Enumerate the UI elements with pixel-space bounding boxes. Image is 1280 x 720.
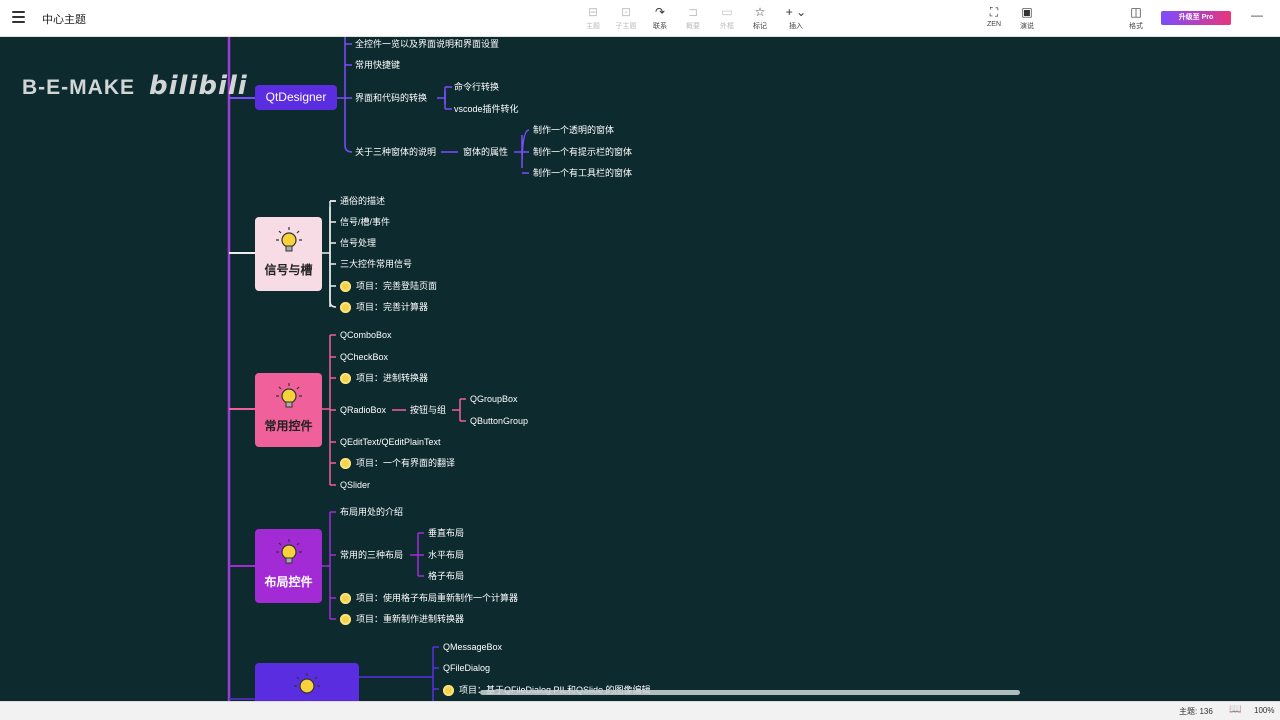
list-item[interactable]: 通俗的描述 bbox=[340, 195, 385, 207]
topic-icon: ⊟ bbox=[587, 5, 599, 19]
toolbar-relation-button[interactable]: ↷ 联系 bbox=[643, 5, 677, 31]
topic-signals-slots[interactable]: 信号与槽 bbox=[255, 217, 322, 291]
list-item[interactable]: 垂直布局 bbox=[428, 527, 464, 539]
list-item[interactable]: 命令行转换 bbox=[454, 81, 499, 93]
minimize-icon[interactable]: — bbox=[1251, 8, 1263, 22]
subtopic-icon: ⊡ bbox=[620, 5, 632, 19]
toolbar-insert-button[interactable]: + ⌄ 插入 bbox=[779, 5, 813, 31]
zen-icon: ⛶ bbox=[989, 5, 999, 19]
summary-icon: ⊐ bbox=[687, 5, 699, 19]
lightbulb-icon bbox=[294, 673, 320, 694]
plus-icon: + ⌄ bbox=[785, 5, 807, 19]
top-toolbar: 中心主题 ⊟ 主题 ⊡ 子主题 ↷ 联系 ⊐ 概要 ▭ 外框 ☆ 标记 + ⌄ 插入 ⛶ ZEN… bbox=[0, 0, 1280, 37]
present-button[interactable]: ▣ 演说 bbox=[1010, 5, 1044, 31]
bilibili-watermark: B-E-MAKE bilibili bbox=[22, 71, 248, 101]
mindmap-canvas[interactable]: B-E-MAKE bilibili QtDesigner 全控件一览以及界面说明和… bbox=[0, 37, 1280, 701]
list-item[interactable]: 项目：进制转换器 bbox=[340, 372, 428, 384]
outline-book-icon[interactable]: 📖 bbox=[1229, 704, 1241, 715]
upgrade-pro-button[interactable]: 升级至 Pro bbox=[1161, 11, 1231, 25]
topic-layout-controls[interactable]: 布局控件 bbox=[255, 529, 322, 603]
topic-dialogs[interactable] bbox=[255, 663, 359, 701]
connector-lines bbox=[227, 37, 530, 701]
document-title[interactable]: 中心主题 bbox=[42, 11, 86, 27]
list-item[interactable]: 三大控件常用信号 bbox=[340, 258, 412, 270]
toolbar-subtopic-button[interactable]: ⊡ 子主题 bbox=[609, 5, 643, 31]
list-item[interactable]: 界面和代码的转换 bbox=[355, 92, 427, 104]
relation-icon: ↷ bbox=[654, 5, 666, 19]
format-panel-button[interactable]: ◫ 格式 bbox=[1119, 5, 1153, 31]
list-item[interactable]: QButtonGroup bbox=[470, 415, 528, 427]
zoom-level[interactable]: 100% bbox=[1254, 706, 1274, 715]
toolbar-marker-button[interactable]: ☆ 标记 bbox=[743, 5, 777, 31]
list-item[interactable]: QCheckBox bbox=[340, 351, 388, 363]
list-item[interactable]: 按钮与组 bbox=[410, 404, 446, 416]
list-item[interactable]: 格子布局 bbox=[428, 570, 464, 582]
list-item[interactable]: QGroupBox bbox=[470, 393, 518, 405]
list-item[interactable]: vscode插件转化 bbox=[454, 103, 519, 115]
list-item[interactable]: 制作一个有提示栏的窗体 bbox=[533, 146, 632, 158]
list-item[interactable]: 窗体的属性 bbox=[463, 146, 508, 158]
toolbar-topic-button[interactable]: ⊟ 主题 bbox=[576, 5, 610, 31]
lightbulb-icon bbox=[275, 383, 302, 408]
list-item[interactable]: 常用快捷键 bbox=[355, 59, 400, 71]
list-item[interactable]: QEditText/QEditPlainText bbox=[340, 436, 441, 448]
hamburger-menu-icon[interactable] bbox=[12, 11, 25, 23]
list-item[interactable]: 信号处理 bbox=[340, 237, 376, 249]
toolbar-boundary-button[interactable]: ▭ 外框 bbox=[710, 5, 744, 31]
toolbar-summary-button[interactable]: ⊐ 概要 bbox=[676, 5, 710, 31]
format-icon: ◫ bbox=[1130, 5, 1142, 19]
list-item[interactable]: 项目：一个有界面的翻译 bbox=[340, 457, 455, 469]
list-item[interactable]: 关于三种窗体的说明 bbox=[355, 146, 436, 158]
topic-count: 主题: 136 bbox=[1179, 707, 1213, 716]
list-item[interactable]: 全控件一览以及界面说明和界面设置 bbox=[355, 38, 499, 50]
zen-mode-button[interactable]: ⛶ ZEN bbox=[977, 5, 1011, 28]
topic-qtdesigner[interactable]: QtDesigner bbox=[255, 85, 337, 110]
list-item[interactable]: QRadioBox bbox=[340, 404, 386, 416]
lightbulb-icon bbox=[275, 227, 302, 252]
list-item[interactable]: 信号/槽/事件 bbox=[340, 216, 390, 228]
lightbulb-icon bbox=[275, 539, 302, 564]
list-item[interactable]: 制作一个有工具栏的窗体 bbox=[533, 167, 632, 179]
present-icon: ▣ bbox=[1021, 5, 1033, 19]
star-icon: ☆ bbox=[754, 5, 766, 19]
list-item[interactable]: 常用的三种布局 bbox=[340, 549, 403, 561]
list-item[interactable]: QComboBox bbox=[340, 329, 392, 341]
list-item[interactable]: QSlider bbox=[340, 479, 370, 491]
list-item[interactable]: 项目：完善计算器 bbox=[340, 301, 428, 313]
list-item[interactable]: 项目：使用格子布局重新制作一个计算器 bbox=[340, 592, 518, 604]
status-bar: 主题: 136 📖 100% bbox=[0, 690, 1280, 720]
list-item[interactable]: 项目：重新制作进制转换器 bbox=[340, 613, 464, 625]
list-item[interactable]: 项目：完善登陆页面 bbox=[340, 280, 437, 292]
list-item[interactable]: 水平布局 bbox=[428, 549, 464, 561]
list-item[interactable]: QFileDialog bbox=[443, 662, 490, 674]
list-item[interactable]: QMessageBox bbox=[443, 641, 502, 653]
boundary-icon: ▭ bbox=[721, 5, 733, 19]
horizontal-scrollbar[interactable] bbox=[480, 690, 1020, 695]
list-item[interactable]: 制作一个透明的窗体 bbox=[533, 124, 614, 136]
topic-common-controls[interactable]: 常用控件 bbox=[255, 373, 322, 447]
list-item[interactable]: 布局用处的介绍 bbox=[340, 506, 403, 518]
